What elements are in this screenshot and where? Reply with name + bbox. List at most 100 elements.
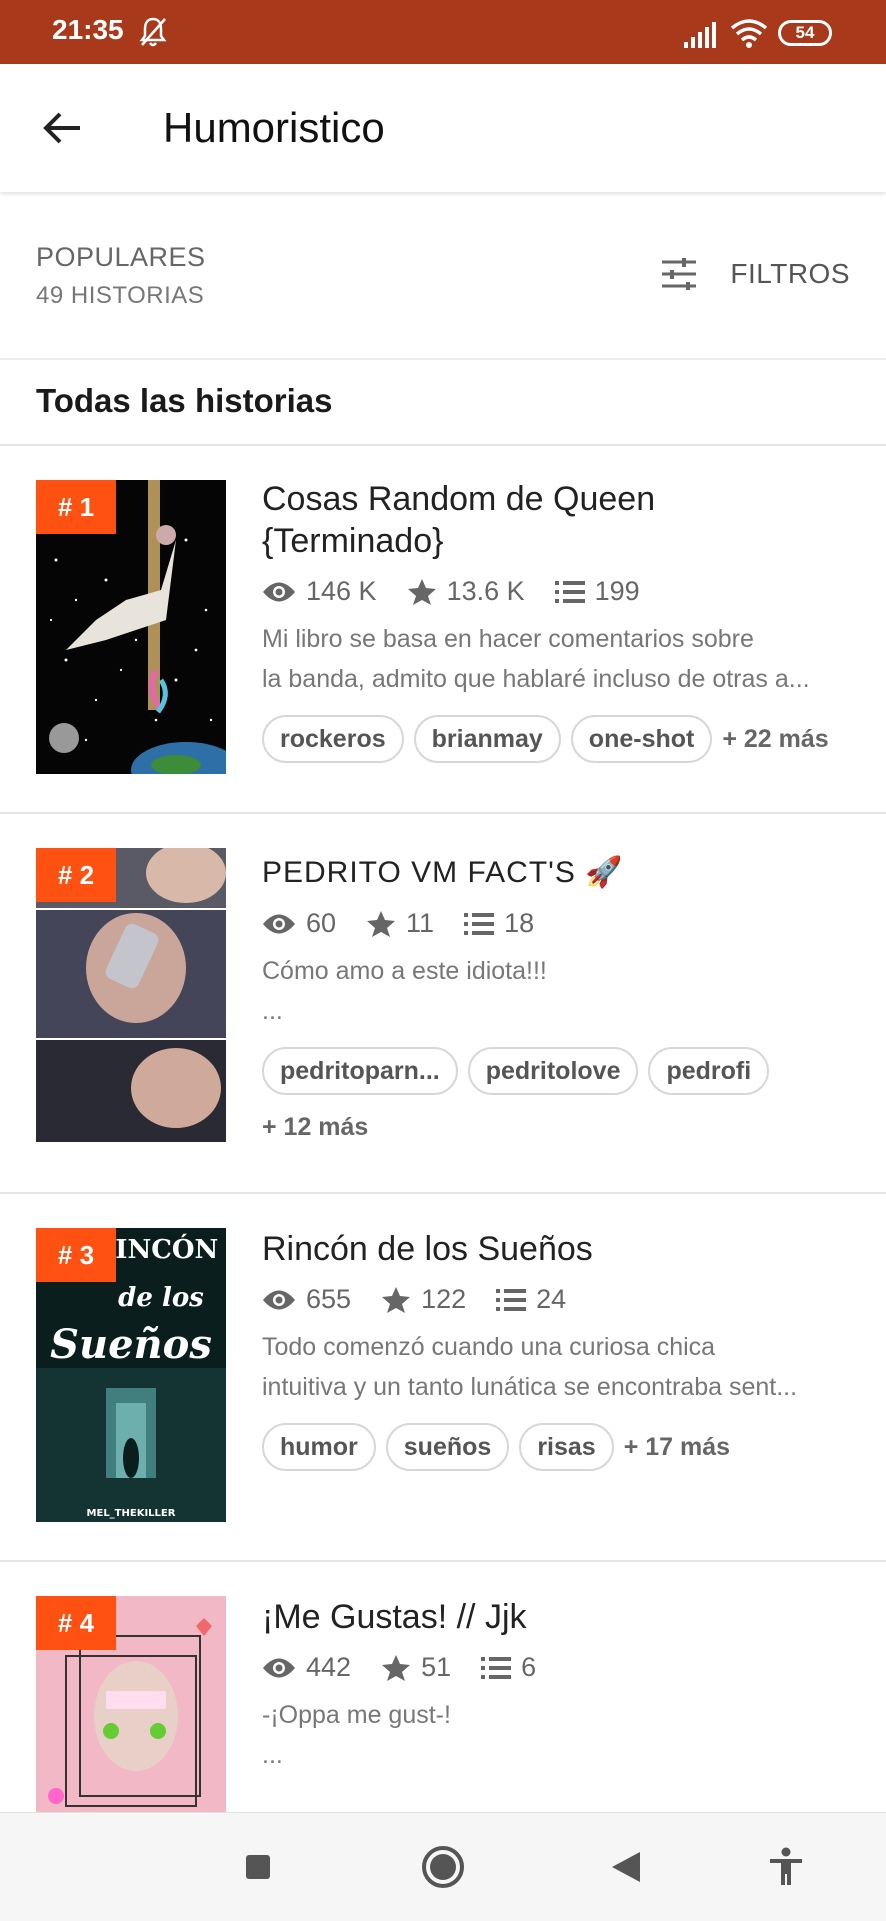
story-title-line: PEDRITO VM FACT'S 🚀 xyxy=(262,856,624,889)
battery-icon: 54 xyxy=(778,20,832,46)
tag-chip[interactable]: pedritolove xyxy=(467,1047,639,1095)
parts-count: 6 xyxy=(521,1652,537,1682)
tag-chip[interactable]: rockeros xyxy=(262,715,404,763)
votes-stat: 11 xyxy=(366,908,434,939)
description-line: Todo comenzó cuando una curiosa chica xyxy=(262,1333,716,1361)
back-button[interactable] xyxy=(604,1845,648,1889)
votes-count: 11 xyxy=(406,908,435,938)
tag-label: risas xyxy=(537,1432,596,1461)
description-line: la banda, admito que hablaré incluso de … xyxy=(262,665,810,693)
votes-stat: 122 xyxy=(381,1284,466,1315)
story-title[interactable]: PEDRITO VM FACT'S 🚀 xyxy=(262,852,852,894)
eye-icon xyxy=(263,914,295,933)
tag-label: pedrofi xyxy=(666,1056,752,1085)
story-info: ¡Me Gustas! // Jjk 442 51 6 -¡Oppa me gu… xyxy=(262,1596,852,1775)
tag-chip[interactable]: brianmay xyxy=(413,715,561,763)
story-cover[interactable]: # 1 xyxy=(36,480,226,774)
star-icon xyxy=(382,1654,411,1681)
filters-button[interactable]: FILTROS xyxy=(660,258,850,290)
rank-badge: # 2 xyxy=(36,848,116,902)
story-cover[interactable]: # 2 xyxy=(36,848,226,1142)
sort-label[interactable]: POPULARES xyxy=(36,242,206,273)
cover-text-3: Sueños xyxy=(50,1321,212,1368)
tag-chip[interactable]: pedritoparn... xyxy=(262,1047,458,1095)
reads-stat: 146 K xyxy=(262,576,377,607)
tag-label: one-shot xyxy=(588,724,695,753)
recents-button[interactable] xyxy=(236,1845,280,1889)
cover-text-2: de los xyxy=(118,1283,204,1313)
story-item[interactable]: # 1 Cosas Random de Queen {Terminado} 14… xyxy=(0,446,886,814)
votes-count: 51 xyxy=(421,1652,452,1682)
story-tags: pedritoparn... pedritolove pedrofi + 12 … xyxy=(262,1047,852,1159)
story-stats: 655 122 24 xyxy=(262,1284,852,1315)
parts-stat: 18 xyxy=(464,908,534,939)
parts-stat: 199 xyxy=(554,576,640,607)
page-title: Humoristico xyxy=(163,104,385,151)
story-title[interactable]: Rincón de los Sueños xyxy=(262,1228,852,1270)
story-description: -¡Oppa me gust-! ... xyxy=(262,1695,852,1775)
section-title: Todas las historias xyxy=(36,382,333,419)
description-line: -¡Oppa me gust-! xyxy=(262,1701,451,1729)
star-icon xyxy=(407,578,436,605)
story-count: 49 HISTORIAS xyxy=(36,282,205,309)
rank-badge: # 3 xyxy=(36,1228,116,1282)
reads-count: 146 K xyxy=(306,576,377,606)
tag-chip[interactable]: sueños xyxy=(385,1423,510,1471)
accessibility-icon xyxy=(770,1847,802,1885)
story-title-line: {Terminado} xyxy=(262,522,444,560)
sort-row: POPULARES 49 HISTORIAS FILTROS xyxy=(0,192,886,360)
story-title-line: Cosas Random de Queen xyxy=(262,480,656,518)
cover-author: MEL_THEKILLER xyxy=(87,1508,176,1519)
star-icon xyxy=(367,910,396,937)
story-item[interactable]: # 2 PEDRITO VM FACT'S 🚀 60 11 18 Cómo am… xyxy=(0,814,886,1194)
story-stats: 60 11 18 xyxy=(262,908,852,939)
list-icon xyxy=(554,580,585,603)
story-description: Todo comenzó cuando una curiosa chica in… xyxy=(262,1327,852,1407)
section-header: Todas las historias xyxy=(0,360,886,446)
story-title[interactable]: Cosas Random de Queen {Terminado} xyxy=(262,478,852,562)
filters-label: FILTROS xyxy=(730,258,850,289)
tag-label: humor xyxy=(280,1432,358,1461)
more-tags[interactable]: + 22 más xyxy=(722,717,828,761)
story-stats: 442 51 6 xyxy=(262,1652,852,1683)
eye-icon xyxy=(263,1658,295,1677)
filter-sliders-icon xyxy=(662,258,697,290)
description-line: intuitiva y un tanto lunática se encontr… xyxy=(262,1373,798,1401)
reads-stat: 655 xyxy=(262,1284,351,1315)
tag-chip[interactable]: humor xyxy=(262,1423,376,1471)
story-description: Cómo amo a este idiota!!! ... xyxy=(262,951,852,1031)
more-tags[interactable]: + 17 más xyxy=(624,1425,730,1469)
story-title[interactable]: ¡Me Gustas! // Jjk xyxy=(262,1596,852,1638)
parts-stat: 24 xyxy=(496,1284,566,1315)
story-title-line: ¡Me Gustas! // Jjk xyxy=(262,1598,527,1636)
story-item[interactable]: RINCÓN de los Sueños MEL_THEKILLER # 3 R… xyxy=(0,1194,886,1562)
story-tags: humor sueños risas + 17 más xyxy=(262,1423,852,1481)
accessibility-button[interactable] xyxy=(764,1845,808,1889)
parts-count: 24 xyxy=(536,1284,567,1314)
story-cover[interactable]: # 4 xyxy=(36,1596,226,1812)
tag-chip[interactable]: one-shot xyxy=(570,715,713,763)
reads-count: 60 xyxy=(306,908,337,938)
square-icon xyxy=(246,1855,270,1879)
tag-label: pedritoparn... xyxy=(280,1056,440,1085)
tag-label: rockeros xyxy=(280,724,386,753)
votes-stat: 13.6 K xyxy=(407,576,525,607)
tag-label: sueños xyxy=(403,1432,492,1461)
list-icon xyxy=(464,912,495,935)
story-description: Mi libro se basa en hacer comentarios so… xyxy=(262,619,852,699)
story-tags: rockeros brianmay one-shot + 22 más xyxy=(262,715,852,773)
votes-count: 13.6 K xyxy=(446,576,525,606)
tag-chip[interactable]: pedrofi xyxy=(648,1047,770,1095)
home-button[interactable] xyxy=(421,1845,465,1889)
list-icon xyxy=(481,1656,512,1679)
tag-chip[interactable]: risas xyxy=(519,1423,614,1471)
circle-icon xyxy=(422,1846,464,1888)
rank-badge: # 1 xyxy=(36,480,116,534)
description-line: Cómo amo a este idiota!!! xyxy=(262,957,547,985)
more-tags[interactable]: + 12 más xyxy=(262,1105,368,1149)
story-cover[interactable]: RINCÓN de los Sueños MEL_THEKILLER # 3 xyxy=(36,1228,226,1522)
story-item[interactable]: # 4 ¡Me Gustas! // Jjk 442 51 6 -¡Oppa m… xyxy=(0,1562,886,1812)
description-line: ... xyxy=(262,1741,283,1769)
reads-stat: 60 xyxy=(262,908,336,939)
back-arrow-icon[interactable] xyxy=(40,106,84,150)
